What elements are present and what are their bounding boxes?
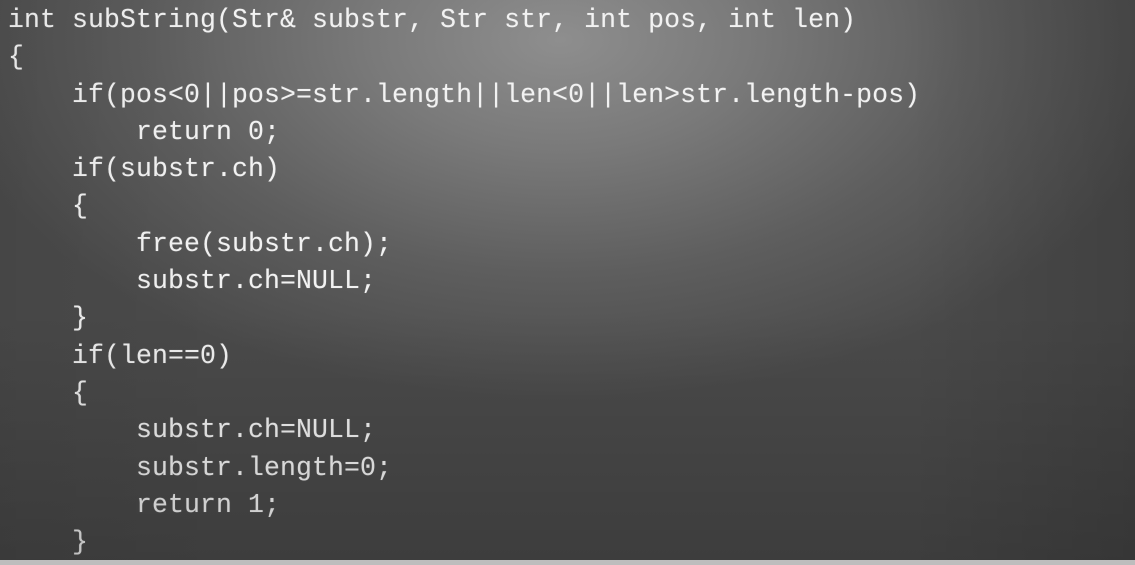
- code-line: if(len==0): [8, 340, 233, 371]
- code-line: }: [8, 527, 89, 558]
- code-block: int subString(Str& substr, Str str, int …: [8, 2, 920, 561]
- code-line: substr.ch=NULL;: [8, 266, 377, 297]
- code-line: int subString(Str& substr, Str str, int …: [8, 5, 857, 35]
- code-line: substr.length=0;: [8, 452, 393, 483]
- code-line: free(substr.ch);: [8, 228, 393, 259]
- code-line: }: [8, 303, 89, 334]
- code-line: return 0;: [8, 116, 281, 147]
- code-line: return 1;: [8, 489, 281, 520]
- code-line: {: [8, 377, 89, 408]
- code-line: substr.ch=NULL;: [8, 415, 377, 446]
- code-screenshot: int subString(Str& substr, Str str, int …: [0, 0, 1135, 565]
- code-line: if(substr.ch): [8, 154, 281, 185]
- code-line: {: [8, 191, 89, 222]
- bottom-edge: [0, 560, 1135, 565]
- code-line: {: [8, 42, 25, 73]
- code-line: if(pos<0||pos>=str.length||len<0||len>st…: [8, 79, 921, 110]
